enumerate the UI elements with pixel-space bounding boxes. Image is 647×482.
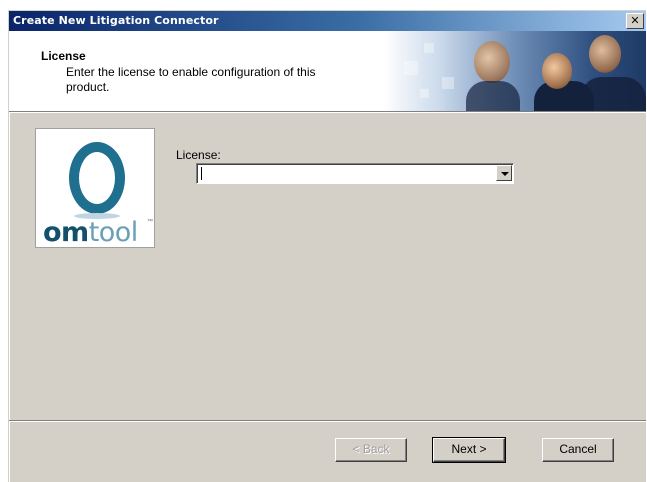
close-button[interactable]: ✕ bbox=[626, 13, 644, 29]
back-button[interactable]: < Back bbox=[335, 438, 407, 462]
license-input[interactable] bbox=[201, 166, 491, 181]
window-title: Create New Litigation Connector bbox=[13, 14, 219, 27]
omtool-logo: omtool ™ bbox=[35, 128, 155, 248]
close-icon: ✕ bbox=[630, 14, 640, 27]
next-button[interactable]: Next > bbox=[432, 437, 506, 463]
header-banner-image bbox=[384, 31, 646, 111]
cancel-button[interactable]: Cancel bbox=[542, 438, 614, 462]
footer-divider bbox=[9, 420, 646, 422]
page-title: License bbox=[41, 49, 86, 63]
wizard-header: License Enter the license to enable conf… bbox=[9, 31, 646, 111]
logo-ring-icon bbox=[69, 142, 125, 214]
wizard-window: Create New Litigation Connector ✕ Licens… bbox=[8, 10, 646, 482]
license-dropdown-button[interactable] bbox=[496, 165, 512, 181]
logo-wordmark: omtool bbox=[43, 217, 138, 248]
header-divider bbox=[9, 111, 646, 113]
title-bar[interactable]: Create New Litigation Connector ✕ bbox=[9, 11, 646, 31]
chevron-down-icon bbox=[501, 172, 509, 176]
license-combobox[interactable] bbox=[196, 163, 514, 184]
page-description: Enter the license to enable configuratio… bbox=[66, 65, 316, 94]
text-caret bbox=[201, 167, 202, 180]
trademark-mark: ™ bbox=[147, 219, 153, 225]
license-label: License: bbox=[176, 148, 221, 162]
